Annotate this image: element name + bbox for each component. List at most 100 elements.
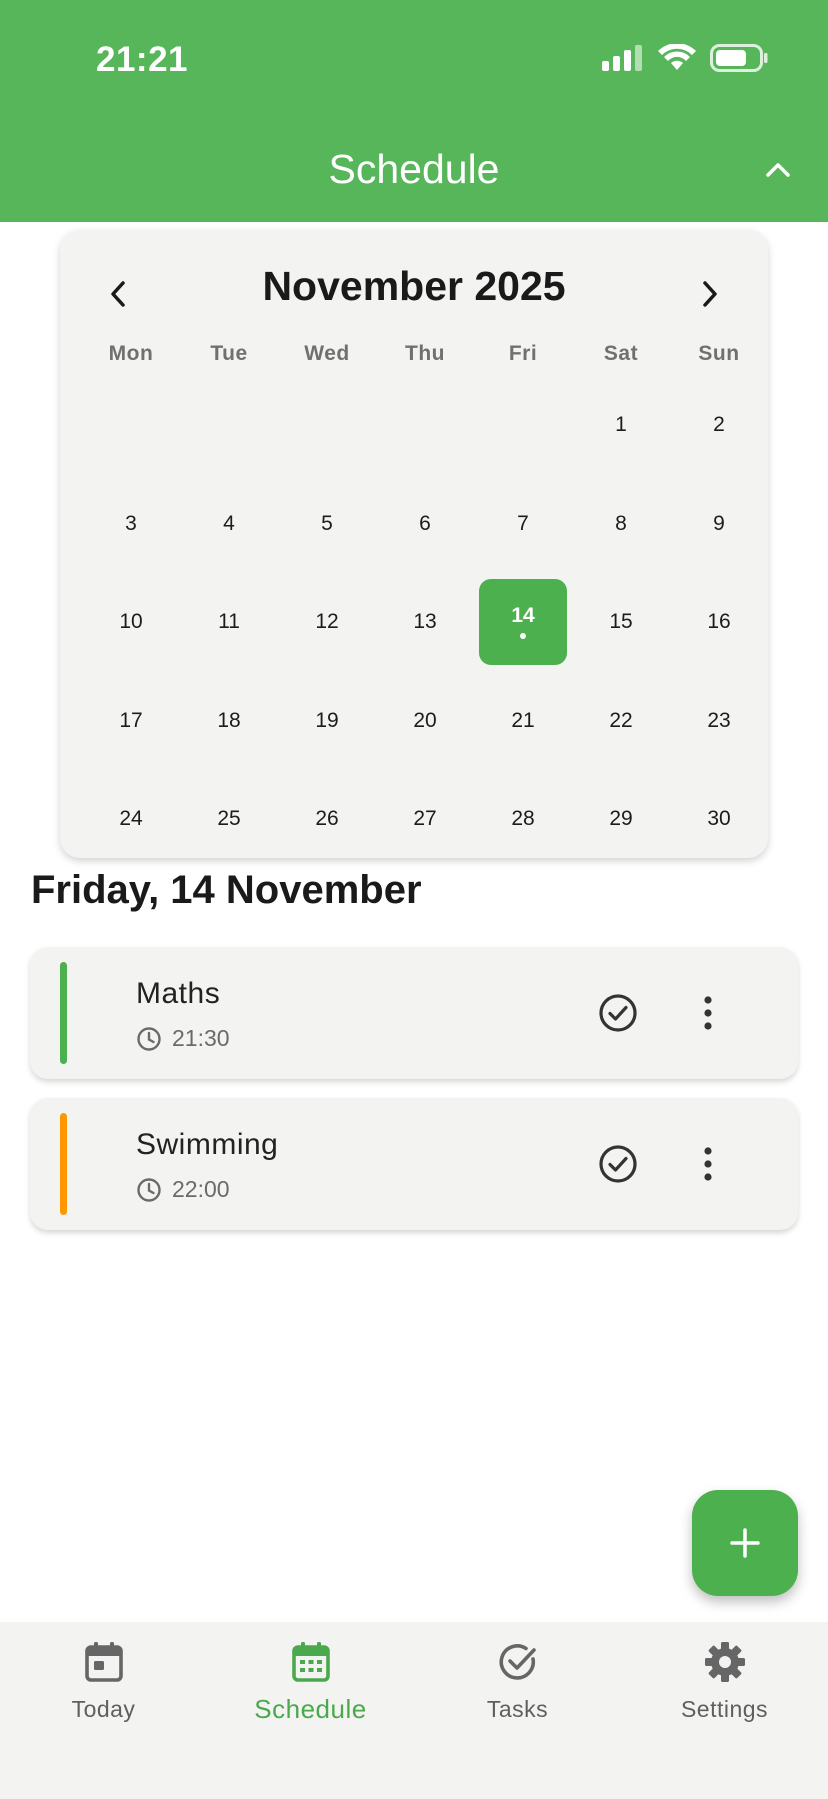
calendar-day-number: 10 — [119, 610, 143, 634]
calendar-day-selected[interactable]: 14 — [474, 573, 572, 672]
calendar-day-number: 26 — [315, 807, 339, 831]
calendar-day[interactable]: 19 — [278, 672, 376, 771]
calendar-day[interactable]: 21 — [474, 672, 572, 771]
calendar-day[interactable]: 30 — [670, 770, 768, 869]
mark-done-button[interactable] — [596, 991, 640, 1035]
event-time: 21:30 — [136, 1025, 230, 1052]
nav-item-today[interactable]: Today — [0, 1622, 207, 1762]
calendar-day[interactable]: 17 — [82, 672, 180, 771]
event-name: Swimming — [136, 1128, 279, 1161]
calendar-day-number: 14 — [511, 604, 535, 628]
calendar-empty-cell — [82, 376, 180, 475]
calendar-day[interactable]: 28 — [474, 770, 572, 869]
calendar-day-number: 22 — [609, 708, 633, 732]
calendar-day[interactable]: 27 — [376, 770, 474, 869]
calendar-day-number: 18 — [217, 708, 241, 732]
calendar-day-number: 3 — [125, 511, 137, 535]
calendar-day-number: 11 — [218, 610, 240, 634]
nav-label: Tasks — [486, 1696, 549, 1722]
weekday-label: Wed — [304, 342, 350, 365]
calendar-day[interactable]: 29 — [572, 770, 670, 869]
calendar-empty-cell — [474, 376, 572, 475]
selected-date-heading: Friday, 14 November — [31, 868, 422, 912]
more-options-button[interactable] — [698, 1144, 718, 1184]
nav-label: Schedule — [254, 1694, 367, 1724]
calendar-day-number: 6 — [419, 511, 431, 535]
weekday-label: Tue — [210, 342, 248, 365]
nav-item-tasks[interactable]: Tasks — [414, 1622, 621, 1762]
gear-icon — [704, 1642, 745, 1682]
calendar-empty-cell — [278, 376, 376, 475]
calendar-day-number: 1 — [615, 413, 627, 437]
calendar-day-number: 8 — [615, 511, 627, 535]
calendar-day[interactable]: 11 — [180, 573, 278, 672]
calendar-day[interactable]: 2 — [670, 376, 768, 475]
event-card[interactable]: Swimming 22:00 — [30, 1098, 798, 1230]
calendar-day[interactable]: 24 — [82, 770, 180, 869]
calendar-day-number: 25 — [217, 807, 241, 831]
calendar-empty-cell — [376, 376, 474, 475]
event-name: Maths — [136, 977, 221, 1010]
calendar-day[interactable]: 3 — [82, 475, 180, 574]
weekday-label: Mon — [108, 342, 154, 365]
calendar-day[interactable]: 8 — [572, 475, 670, 574]
more-options-button[interactable] — [698, 993, 718, 1033]
check-circle-icon — [499, 1644, 536, 1680]
calendar-day-number: 19 — [315, 708, 339, 732]
calendar-day[interactable]: 20 — [376, 672, 474, 771]
bottom-navigation: Today Schedule Tasks Settings — [0, 1622, 828, 1799]
wifi-icon — [658, 44, 696, 70]
nav-label: Today — [71, 1696, 136, 1722]
add-event-button[interactable] — [692, 1490, 798, 1596]
calendar-day[interactable]: 26 — [278, 770, 376, 869]
calendar-day-number: 17 — [119, 708, 143, 732]
calendar-days-grid: 1 2 3 4 5 6 7 8 9 10 11 12 13 14 15 16 17 18 19 20 21 22 23 24 2… — [82, 376, 768, 869]
calendar-day[interactable]: 6 — [376, 475, 474, 574]
calendar-day-number: 24 — [119, 807, 143, 831]
chevron-right-icon — [703, 281, 717, 307]
calendar-day[interactable]: 5 — [278, 475, 376, 574]
event-color-bar — [60, 962, 67, 1064]
event-time-text: 22:00 — [172, 1176, 230, 1202]
calendar-empty-cell — [180, 376, 278, 475]
calendar-day-number: 20 — [413, 708, 437, 732]
calendar-card: November 2025 Mon Tue Wed Thu Fri Sat Su… — [60, 230, 768, 858]
calendar-day[interactable]: 7 — [474, 475, 572, 574]
weekday-label: Fri — [508, 342, 538, 365]
weekday-header: Mon Tue Wed Thu Fri Sat Sun — [82, 342, 768, 366]
weekday-label: Sat — [603, 342, 639, 365]
calendar-day-number: 5 — [321, 511, 333, 535]
calendar-day[interactable]: 23 — [670, 672, 768, 771]
chevron-up-icon — [766, 163, 790, 177]
check-circle-icon — [599, 994, 637, 1032]
calendar-day[interactable]: 18 — [180, 672, 278, 771]
calendar-day-number: 2 — [713, 413, 725, 437]
page-title: Schedule — [328, 146, 500, 192]
calendar-day[interactable]: 10 — [82, 573, 180, 672]
calendar-day-number: 30 — [707, 807, 731, 831]
calendar-day[interactable]: 4 — [180, 475, 278, 574]
calendar-day[interactable]: 22 — [572, 672, 670, 771]
calendar-day[interactable]: 12 — [278, 573, 376, 672]
event-color-bar — [60, 1113, 67, 1215]
calendar-day[interactable]: 9 — [670, 475, 768, 574]
mark-done-button[interactable] — [596, 1142, 640, 1186]
calendar-day-number: 16 — [707, 610, 731, 634]
calendar-day[interactable]: 25 — [180, 770, 278, 869]
status-time: 21:21 — [96, 40, 189, 79]
more-vertical-icon — [704, 1147, 712, 1181]
calendar-day-number: 13 — [413, 610, 437, 634]
calendar-day-number: 21 — [511, 708, 535, 732]
nav-item-schedule[interactable]: Schedule — [207, 1622, 414, 1762]
calendar-day[interactable]: 16 — [670, 573, 768, 672]
event-card[interactable]: Maths 21:30 — [30, 947, 798, 1079]
nav-item-settings[interactable]: Settings — [621, 1622, 828, 1762]
calendar-day-number: 23 — [707, 708, 731, 732]
collapse-button[interactable] — [758, 150, 798, 190]
calendar-day[interactable]: 15 — [572, 573, 670, 672]
next-month-button[interactable] — [682, 266, 738, 322]
clock-icon — [137, 1026, 161, 1051]
calendar-day[interactable]: 1 — [572, 376, 670, 475]
calendar-day[interactable]: 13 — [376, 573, 474, 672]
event-indicator-dot — [520, 633, 526, 639]
